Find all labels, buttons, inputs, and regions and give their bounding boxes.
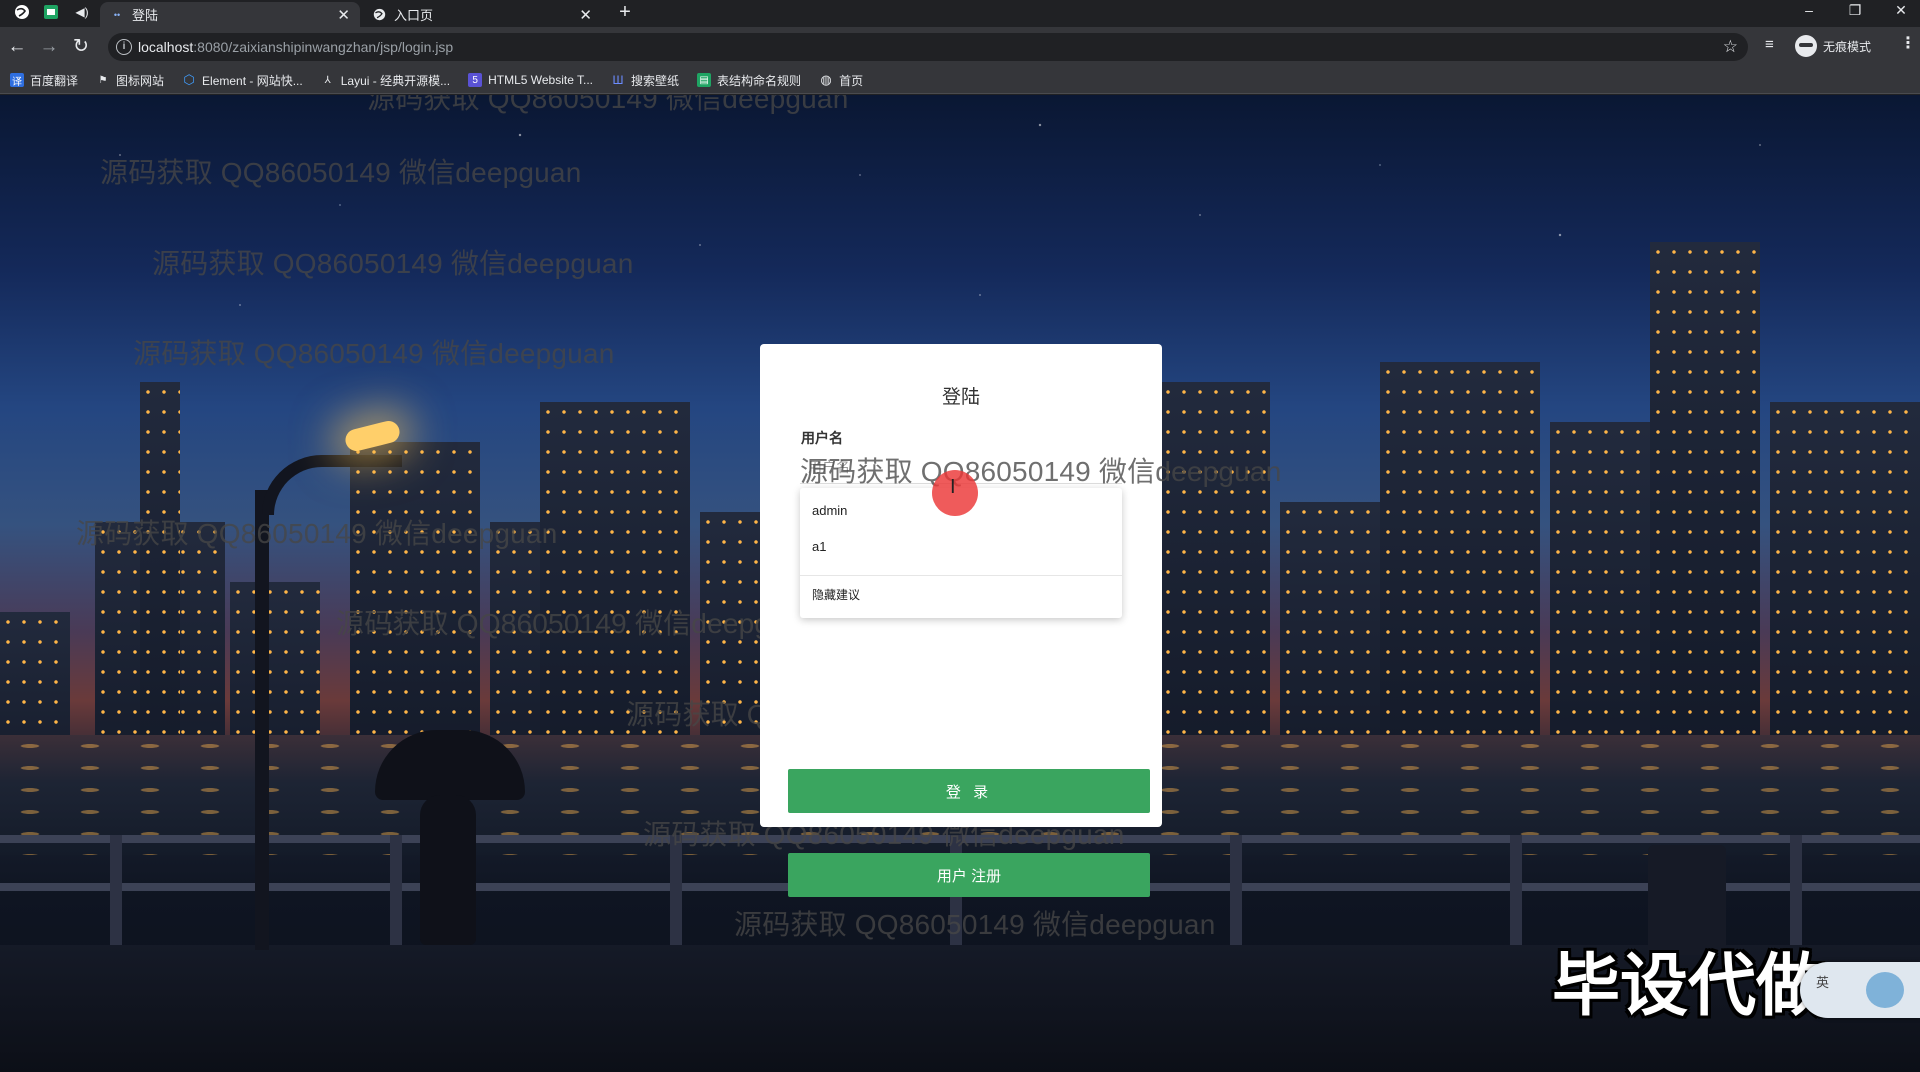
watermark: 源码获取 QQ86050149 微信deepguan (100, 157, 582, 188)
watermark: 源码获取 QQ86050149 微信deepguan (133, 338, 615, 369)
incognito-profile[interactable]: 无痕模式 (1795, 33, 1871, 59)
flag-icon: ⚑ (98, 74, 108, 86)
url-path: :8080/zaixianshipinwangzhan/jsp/login.js… (193, 39, 454, 55)
bookmark-star-icon[interactable]: ☆ (1723, 37, 1738, 57)
tab-title: 登陆 (132, 8, 159, 23)
incognito-icon (1795, 35, 1817, 57)
wallpaper-icon: Ш (612, 73, 624, 87)
bookmark-label: 百度翻译 (30, 73, 79, 88)
restore-button[interactable]: ❐ (1838, 0, 1872, 20)
bookmarks-bar: 译百度翻译 ⚑ 图标网站 ⬡ Element - 网站快... ⅄ Layui - 经… (0, 67, 1920, 94)
bookmark-label: Layui - 经典开源模... (340, 73, 451, 88)
bookmark-item[interactable]: ⚑ 图标网站 (96, 72, 165, 89)
login-button[interactable]: 登 录 (788, 769, 1150, 813)
reload-icon[interactable]: ↻ (70, 36, 92, 58)
watermark: 源码获取 QQ86050149 微信deepguan (336, 608, 818, 639)
ime-language-label: 英 (1816, 975, 1830, 990)
html5-icon: 5 (468, 73, 483, 87)
bookmark-item[interactable]: ◍ 首页 (819, 72, 863, 89)
back-arrow-icon[interactable]: ← (6, 36, 28, 58)
bookmark-item[interactable]: 5 HTML5 Website T... (468, 73, 593, 87)
bookmark-label: 图标网站 (116, 73, 165, 88)
login-title: 登陆 (941, 387, 980, 408)
browser-toolbar: ← → ↻ i localhost:8080/zaixianshipinwang… (0, 27, 1920, 67)
watermark: 源码获取 QQ86050149 微信deepguan (152, 248, 634, 279)
translate-icon: 译 (10, 73, 24, 88)
globe-icon (372, 8, 386, 22)
watermark: 源码获取 QQ86050149 微信deepguan (367, 95, 849, 114)
close-tab-icon[interactable]: ✕ (579, 6, 592, 24)
forward-arrow-icon[interactable]: → (38, 36, 60, 58)
watermark: 源码获取 QQ86050149 微信deepguan (76, 518, 558, 549)
url-host: localhost (138, 39, 194, 55)
dropdown-divider (800, 575, 1122, 576)
ime-logo-icon (1866, 972, 1904, 1008)
more-menu-icon[interactable]: ⋮ (1900, 33, 1916, 53)
bookmark-item[interactable]: 译百度翻译 (10, 72, 78, 89)
watermark: 源码获取 QQ86050149 微信deepguan (734, 909, 1216, 940)
suggestion-item[interactable]: admin (812, 503, 847, 518)
tab-title: 入口页 (394, 8, 434, 23)
bookmark-item[interactable]: ⅄ Layui - 经典开源模... (321, 72, 450, 89)
tab-favicon-icon: •• (113, 9, 121, 20)
element-icon: ⬡ (183, 72, 195, 87)
bookmark-label: 表结构命名规则 (717, 73, 802, 88)
text-cursor-icon: I (950, 476, 956, 498)
hide-suggestions-item[interactable]: 隐藏建议 (812, 586, 860, 603)
sheet-icon[interactable] (43, 4, 59, 20)
bookmark-label: HTML5 Website T... (488, 73, 594, 87)
suggestion-item[interactable]: a1 (812, 539, 826, 554)
username-label: 用户名 (801, 430, 843, 446)
new-tab-button[interactable]: + (614, 1, 636, 24)
brand-overlay-text: 毕设代做 (1552, 947, 1825, 1026)
bookmark-label: 搜索壁纸 (631, 73, 680, 88)
watermark: 源码获取 QQ86050149 微信deepguan (800, 456, 1282, 487)
browser-tab-strip: ◀) •• 登陆 ✕ 入口页 ✕ + – ❐ ✕ (0, 0, 1920, 27)
globe-icon: ◍ (820, 72, 832, 87)
bookmark-item[interactable]: Ш 搜索壁纸 (611, 72, 680, 89)
speaker-icon[interactable]: ◀) (74, 4, 90, 20)
tab-login[interactable]: •• 登陆 ✕ (100, 2, 360, 27)
tab-entry[interactable]: 入口页 ✕ (362, 2, 602, 27)
bookmark-item[interactable]: ⬡ Element - 网站快... (182, 72, 303, 89)
minimize-button[interactable]: – (1792, 0, 1826, 20)
reading-list-icon[interactable]: ≡ (1765, 36, 1774, 53)
person-silhouette (420, 795, 476, 945)
info-icon[interactable]: i (116, 39, 132, 55)
login-card: 登陆 用户名 admin a1 隐藏建议 登 录 用户 注册 (760, 344, 1162, 897)
street-lamp (255, 490, 269, 950)
address-bar[interactable]: i localhost:8080/zaixianshipinwangzhan/j… (108, 33, 1748, 61)
bookmark-item[interactable]: ▤ 表结构命名规则 (697, 72, 801, 89)
layui-icon: ⅄ (324, 74, 331, 86)
sheet-icon: ▤ (697, 73, 712, 87)
close-tab-icon[interactable]: ✕ (337, 6, 350, 24)
url-text[interactable]: localhost:8080/zaixianshipinwangzhan/jsp… (138, 39, 453, 55)
profile-label: 无痕模式 (1823, 39, 1872, 54)
register-button[interactable]: 用户 注册 (788, 853, 1150, 897)
close-window-button[interactable]: ✕ (1884, 0, 1918, 20)
bookmark-label: Element - 网站快... (202, 73, 303, 88)
ime-widget[interactable]: 英 (1800, 962, 1920, 1018)
bookmark-label: 首页 (839, 73, 864, 88)
login-page: 源码获取 QQ86050149 微信deepguan 源码获取 QQ860501… (0, 95, 1920, 1072)
globe-icon[interactable] (14, 4, 30, 20)
